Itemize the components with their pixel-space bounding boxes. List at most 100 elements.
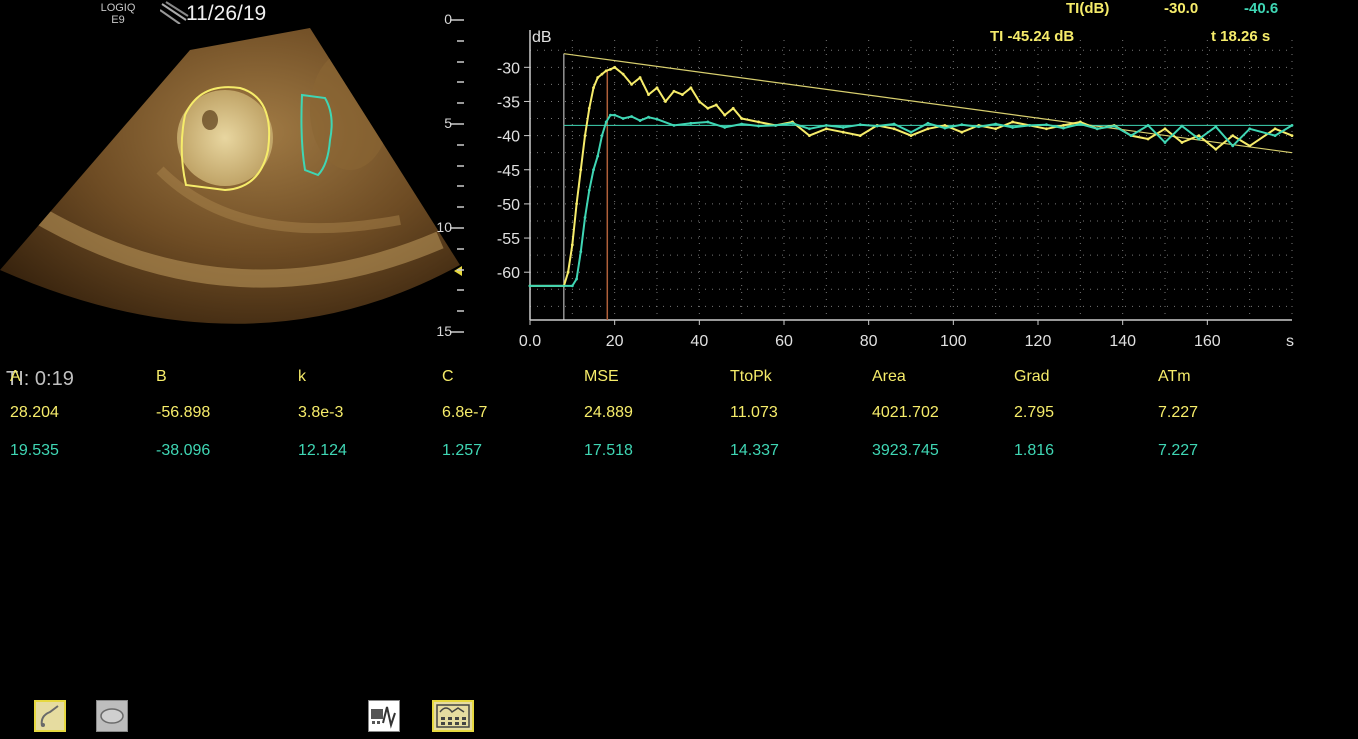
- data-point-0: [1146, 137, 1150, 141]
- data-point-0: [1011, 120, 1014, 124]
- data-point-1: [621, 117, 625, 120]
- data-point-1: [592, 168, 595, 172]
- data-point-1: [655, 117, 659, 121]
- table-display-icon: [436, 704, 470, 728]
- data-point-1: [858, 123, 862, 127]
- chart-grid: [529, 40, 1293, 320]
- value-yellow-area: 4021.702: [872, 404, 939, 421]
- data-point-0: [841, 130, 845, 134]
- y-axis-label: dB: [532, 29, 552, 46]
- x-tick-label: 60: [775, 333, 793, 350]
- data-point-0: [570, 243, 574, 247]
- x-axis-label: s: [1286, 333, 1294, 350]
- data-point-0: [579, 168, 583, 172]
- data-point-0: [655, 86, 659, 90]
- chart-axes: -30 -35 -40 -45 -50 -55 -60 0.0 20 40 60 80 100 120 14…: [497, 30, 1292, 350]
- time-intensity-chart[interactable]: -30 -35 -40 -45 -50 -55 -60 0.0 20 40 60 80 100 120 14…: [480, 0, 1300, 360]
- value-yellow-c: 6.8e-7: [442, 404, 488, 421]
- data-point-1: [647, 115, 650, 119]
- value-cyan-atm: 7.227: [1158, 442, 1199, 459]
- data-point-0: [647, 93, 650, 97]
- data-point-0: [706, 106, 710, 110]
- depth-label-0: 0: [444, 11, 452, 27]
- data-point-1: [600, 134, 604, 138]
- data-point-1: [1231, 144, 1235, 148]
- data-point-0: [630, 82, 633, 86]
- data-point-1: [1095, 127, 1099, 131]
- ellipse-roi-button[interactable]: [96, 700, 128, 732]
- x-tick-label: 140: [1109, 333, 1136, 350]
- data-point-0: [1197, 134, 1201, 138]
- data-point-0: [697, 100, 701, 103]
- data-point-0: [909, 134, 913, 138]
- data-point-0: [583, 134, 587, 138]
- data-point-0: [892, 127, 896, 131]
- data-point-1: [1078, 122, 1082, 126]
- column-header-ttopk: TtoPk: [730, 368, 772, 385]
- data-point-1: [706, 120, 710, 124]
- x-tick-label: 20: [606, 333, 624, 350]
- data-point-1: [1273, 134, 1277, 138]
- value-yellow-a: 28.204: [10, 404, 59, 421]
- data-point-1: [689, 121, 693, 125]
- data-point-0: [740, 117, 744, 120]
- table-display-button[interactable]: [432, 700, 474, 732]
- data-point-0: [1214, 147, 1218, 151]
- fit-curve-line: [563, 53, 1293, 154]
- value-cyan-mse: 17.518: [584, 442, 633, 459]
- series-line-1: [530, 114, 1293, 287]
- data-point-1: [1197, 137, 1201, 141]
- curve-fit-icon: [371, 706, 396, 729]
- data-point-0: [757, 120, 760, 124]
- data-point-0: [596, 76, 600, 79]
- data-point-1: [579, 250, 583, 254]
- data-point-0: [681, 93, 684, 97]
- data-point-1: [1180, 124, 1184, 128]
- x-tick-label: 120: [1025, 333, 1052, 350]
- x-tick-label: 40: [690, 333, 708, 350]
- data-point-1: [1248, 127, 1252, 131]
- depth-label-15: 15: [436, 323, 452, 339]
- data-point-1: [1028, 123, 1031, 127]
- value-cyan-b: -38.096: [156, 442, 211, 459]
- data-point-1: [596, 154, 600, 158]
- data-point-0: [808, 134, 811, 138]
- data-point-1: [1045, 123, 1048, 127]
- data-point-1: [808, 127, 811, 131]
- data-point-1: [1290, 123, 1294, 127]
- data-point-1: [960, 123, 964, 127]
- data-point-0: [994, 127, 998, 131]
- data-point-0: [613, 65, 617, 69]
- data-point-1: [1163, 141, 1167, 144]
- data-point-1: [841, 126, 845, 129]
- chart-series: [528, 53, 1294, 320]
- column-header-grad: Grad: [1014, 368, 1050, 385]
- data-point-0: [1273, 127, 1277, 131]
- data-point-0: [1062, 123, 1065, 127]
- x-tick-label: 160: [1194, 333, 1221, 350]
- ultrasound-image[interactable]: [0, 20, 470, 340]
- data-point-1: [994, 122, 998, 126]
- data-point-0: [723, 113, 727, 117]
- data-point-0: [621, 72, 625, 76]
- value-yellow-grad: 2.795: [1014, 404, 1055, 421]
- value-yellow-ttopk: 11.073: [730, 404, 778, 421]
- value-yellow-k: 3.8e-3: [298, 404, 344, 421]
- data-point-0: [731, 106, 735, 110]
- data-point-0: [824, 127, 828, 131]
- column-header-atm: ATm: [1158, 368, 1191, 385]
- column-header-b: B: [156, 368, 167, 385]
- data-point-0: [1231, 134, 1235, 138]
- data-point-1: [630, 115, 633, 118]
- data-point-1: [613, 113, 617, 117]
- trace-roi-button[interactable]: [34, 700, 66, 732]
- value-cyan-ttopk: 14.337: [730, 442, 779, 459]
- curve-fit-button[interactable]: [368, 700, 400, 732]
- data-point-1: [926, 121, 930, 125]
- data-point-1: [1011, 126, 1014, 129]
- y-tick-label: -30: [497, 60, 520, 77]
- value-yellow-b: -56.898: [156, 404, 211, 421]
- data-point-0: [1290, 134, 1294, 138]
- column-header-c: C: [442, 368, 454, 385]
- data-point-1: [1062, 126, 1065, 130]
